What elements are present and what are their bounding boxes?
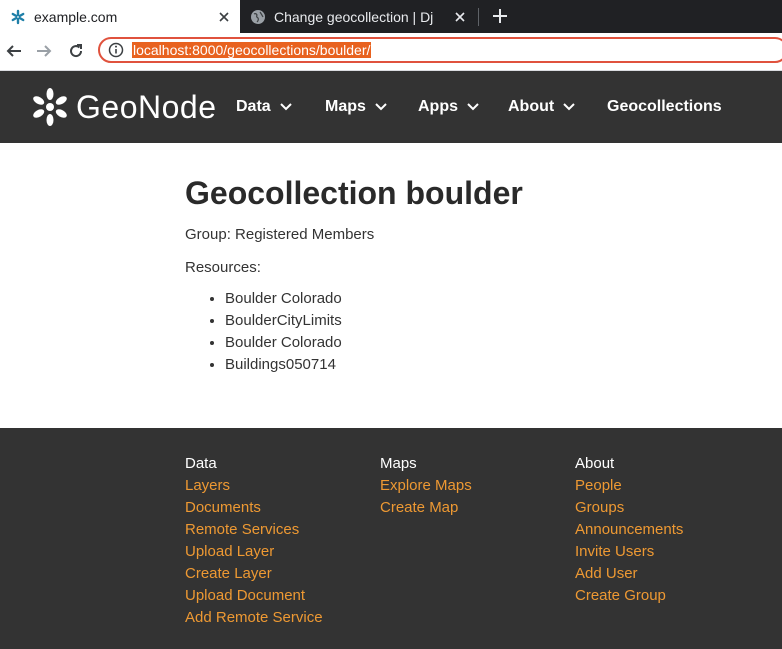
nav-label: Geocollections <box>607 98 722 115</box>
resources-list: Boulder Colorado BoulderCityLimits Bould… <box>185 288 342 376</box>
footer-link[interactable]: Announcements <box>575 519 683 541</box>
footer-link[interactable]: Remote Services <box>185 519 323 541</box>
reload-button[interactable] <box>64 39 88 63</box>
page-title: Geocollection boulder <box>185 175 523 211</box>
geonode-favicon-icon <box>10 9 26 25</box>
footer-link[interactable]: Create Layer <box>185 563 323 585</box>
list-item: Boulder Colorado <box>225 288 342 310</box>
nav-label: Apps <box>418 98 458 115</box>
address-text[interactable]: localhost:8000/geocollections/boulder/ <box>132 42 372 58</box>
chevron-down-icon <box>467 103 479 111</box>
footer-link[interactable]: People <box>575 475 683 497</box>
arrow-left-icon <box>6 45 21 57</box>
nav-label: Maps <box>325 98 366 115</box>
footer-link[interactable]: Explore Maps <box>380 475 472 497</box>
tab-close-icon[interactable] <box>216 9 232 25</box>
browser-tab-strip: example.com Change geocollection | Dj <box>0 0 782 33</box>
footer-link[interactable]: Create Group <box>575 585 683 607</box>
footer-link[interactable]: Upload Layer <box>185 541 323 563</box>
footer-link[interactable]: Layers <box>185 475 323 497</box>
footer-link[interactable]: Groups <box>575 497 683 519</box>
footer-link[interactable]: Invite Users <box>575 541 683 563</box>
tab-title: example.com <box>34 8 118 25</box>
footer-heading: Data <box>185 455 217 472</box>
browser-tab-inactive[interactable]: Change geocollection | Dj <box>240 0 476 33</box>
browser-tab-active[interactable]: example.com <box>0 0 240 33</box>
geonode-logo-icon <box>33 88 67 126</box>
footer-column-data: Data Layers Documents Remote Services Up… <box>185 453 323 629</box>
list-item: Buildings050714 <box>225 354 342 376</box>
nav-maps-menu[interactable]: Maps <box>325 71 387 143</box>
nav-about-menu[interactable]: About <box>508 71 575 143</box>
plus-icon <box>493 9 507 23</box>
info-icon[interactable] <box>108 42 124 58</box>
tab-title: Change geocollection | Dj <box>274 8 434 25</box>
browser-toolbar: localhost:8000/geocollections/boulder/ <box>0 33 782 71</box>
back-button[interactable] <box>2 39 26 63</box>
globe-icon <box>250 9 266 25</box>
address-bar[interactable]: localhost:8000/geocollections/boulder/ <box>98 37 782 63</box>
footer-column-maps: Maps Explore Maps Create Map <box>380 453 472 519</box>
geonode-logo[interactable]: GeoNode <box>30 85 216 129</box>
resources-label: Resources: <box>185 259 261 276</box>
arrow-right-icon <box>37 45 52 57</box>
tab-close-icon[interactable] <box>452 9 468 25</box>
footer-heading: Maps <box>380 455 417 472</box>
footer-heading: About <box>575 455 615 472</box>
site-footer: Data Layers Documents Remote Services Up… <box>0 428 782 649</box>
nav-data-menu[interactable]: Data <box>236 71 292 143</box>
nav-geocollections-link[interactable]: Geocollections <box>607 71 722 143</box>
footer-link[interactable]: Add User <box>575 563 683 585</box>
nav-label: About <box>508 98 555 115</box>
new-tab-button[interactable] <box>488 4 512 28</box>
footer-link[interactable]: Upload Document <box>185 585 323 607</box>
reload-icon <box>70 44 83 58</box>
footer-column-about: About People Groups Announcements Invite… <box>575 453 683 607</box>
list-item: Boulder Colorado <box>225 332 342 354</box>
chevron-down-icon <box>375 103 387 111</box>
chevron-down-icon <box>279 103 292 111</box>
tab-separator <box>478 8 479 26</box>
nav-apps-menu[interactable]: Apps <box>418 71 479 143</box>
chevron-down-icon <box>563 103 575 111</box>
group-line: Group: Registered Members <box>185 226 375 243</box>
list-item: BoulderCityLimits <box>225 310 342 332</box>
footer-link[interactable]: Add Remote Service <box>185 607 323 629</box>
forward-button[interactable] <box>32 39 56 63</box>
footer-link[interactable]: Create Map <box>380 497 472 519</box>
nav-label: Data <box>236 98 271 115</box>
footer-link[interactable]: Documents <box>185 497 323 519</box>
logo-text: GeoNode <box>76 88 217 125</box>
site-header: GeoNode Data Maps Apps About Geocollecti… <box>0 71 782 143</box>
